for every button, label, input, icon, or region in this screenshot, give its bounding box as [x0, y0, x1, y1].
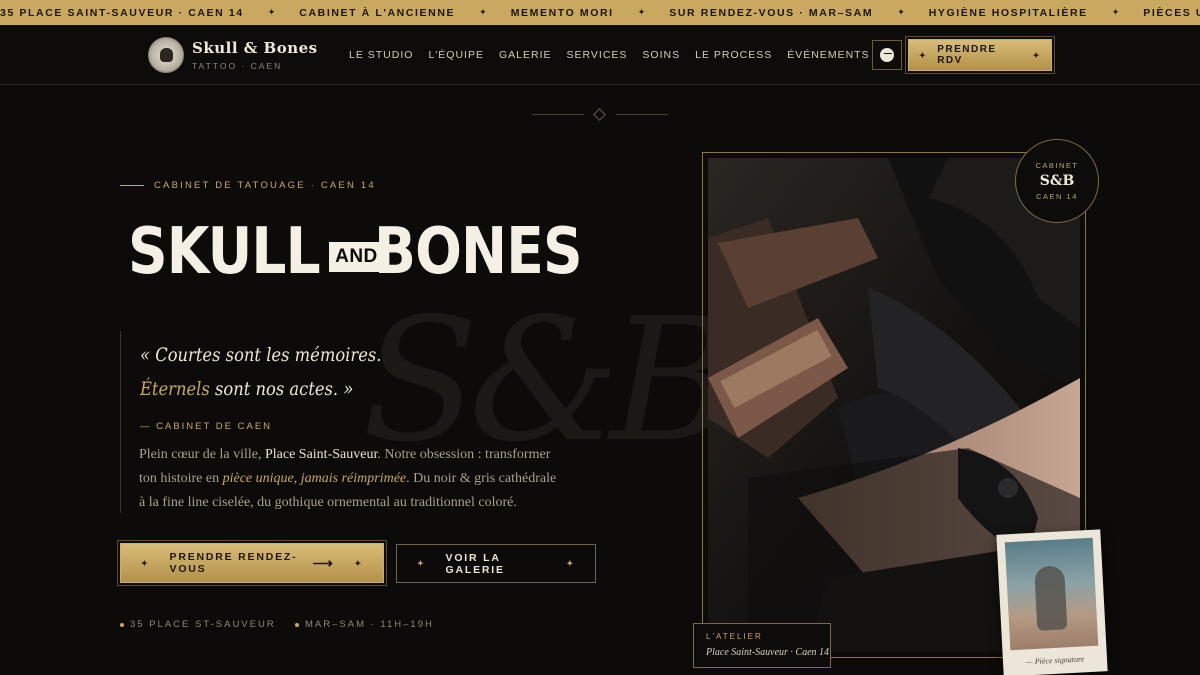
- diamond-icon: [593, 108, 606, 121]
- announcement-ticker: 35 PLACE SAINT-SAUVEUR · CAEN 14 ✦ CABIN…: [0, 0, 1200, 25]
- main-nav: LE STUDIO L'ÉQUIPE GALERIE SERVICES SOIN…: [349, 49, 885, 61]
- messenger-button[interactable]: [872, 40, 902, 70]
- seal-bottom: CAEN 14: [1036, 192, 1078, 201]
- hero-title: SKULL AND BONES: [128, 220, 615, 284]
- meta-address: 35 PLACE ST-SAUVEUR: [120, 619, 276, 630]
- hero-eyebrow: CABINET DE TATOUAGE · CAEN 14: [120, 180, 376, 191]
- hero-description: Plein cœur de la ville, Place Saint-Sauv…: [139, 447, 557, 510]
- site-header: Skull & Bones TATTOO · CAEN LE STUDIO L'…: [0, 25, 1200, 85]
- nav-evenements[interactable]: ÉVÉNEMENTS: [787, 49, 869, 61]
- skull-logo-icon: [148, 37, 184, 73]
- sparkle-icon: ✦: [919, 50, 928, 60]
- seal-top: CABINET: [1035, 161, 1079, 170]
- sparkle-icon: ✦: [566, 559, 575, 568]
- nav-studio[interactable]: LE STUDIO: [349, 49, 413, 61]
- ticker-item: PIÈCES UNIQUES: [1143, 6, 1200, 19]
- arrow-right-icon: ⟶: [312, 554, 335, 571]
- header-book-label: PRENDRE RDV: [937, 44, 997, 66]
- brand-tagline: TATTOO · CAEN: [192, 61, 283, 71]
- nav-equipe[interactable]: L'ÉQUIPE: [428, 49, 484, 61]
- polaroid-caption: — Pièce signature: [1025, 654, 1085, 667]
- title-bones: BONES: [373, 215, 583, 289]
- section-ornament: [532, 108, 668, 122]
- view-gallery-button[interactable]: ✦ VOIR LA GALERIE ✦: [396, 544, 596, 583]
- quote-line-1: « Courtes sont les mémoires.: [140, 344, 382, 366]
- quote-line-2: sont nos actes. »: [209, 378, 354, 400]
- sparkle-icon: ✦: [1111, 7, 1120, 17]
- praying-hands-tattoo-image: [1004, 537, 1099, 651]
- ticker-item: MEMENTO MORI: [510, 6, 614, 19]
- quote-rule: [120, 331, 121, 513]
- sparkle-icon: ✦: [267, 7, 276, 17]
- address-highlight: Place Saint-Sauveur: [264, 447, 378, 462]
- book-appointment-label: PRENDRE RENDEZ-VOUS: [169, 551, 298, 575]
- seal-monogram: S&B: [1039, 173, 1075, 189]
- nav-soins[interactable]: SOINS: [642, 49, 680, 61]
- sparkle-icon: ✦: [141, 558, 150, 568]
- book-appointment-button[interactable]: ✦ PRENDRE RENDEZ-VOUS ⟶ ✦: [117, 540, 387, 586]
- ticker-item: 35 PLACE SAINT-SAUVEUR · CAEN 14: [0, 6, 244, 19]
- sparkle-icon: ✦: [637, 7, 646, 17]
- sparkle-icon: ✦: [417, 559, 426, 568]
- logo-link[interactable]: Skull & Bones TATTOO · CAEN: [148, 37, 318, 73]
- ticker-item: CABINET À L'ANCIENNE: [299, 6, 456, 19]
- nav-process[interactable]: LE PROCESS: [695, 49, 772, 61]
- sparkle-icon: ✦: [479, 7, 487, 17]
- ticker-item: HYGIÈNE HOSPITALIÈRE: [928, 6, 1088, 19]
- caption-text: Place Saint-Sauveur · Caen 14: [706, 647, 830, 658]
- atelier-caption: L'ATELIER Place Saint-Sauveur · Caen 14: [693, 623, 831, 668]
- unique-piece-highlight: pièce unique, jamais réimprimée: [222, 471, 407, 486]
- header-book-button[interactable]: ✦ PRENDRE RDV ✦: [905, 36, 1055, 74]
- nav-galerie[interactable]: GALERIE: [499, 49, 552, 61]
- dot-icon: [120, 622, 124, 627]
- messenger-icon: [880, 48, 894, 62]
- brand-name: Skull & Bones: [192, 39, 318, 57]
- dot-icon: [295, 622, 299, 627]
- sparkle-icon: ✦: [1032, 50, 1041, 60]
- sparkle-icon: ✦: [897, 7, 905, 17]
- quote-highlight: Éternels: [140, 378, 210, 400]
- meta-hours: MAR–SAM · 11H–19H: [295, 619, 434, 630]
- ticker-item: SUR RENDEZ-VOUS · MAR–SAM: [669, 6, 874, 19]
- title-skull: SKULL: [128, 215, 321, 289]
- quote-attribution: — CABINET DE CAEN: [140, 421, 273, 432]
- caption-label: L'ATELIER: [706, 632, 763, 641]
- studio-seal: CABINET S&B CAEN 14: [1015, 139, 1099, 223]
- hero-eyebrow-text: CABINET DE TATOUAGE · CAEN 14: [154, 180, 376, 191]
- nav-services[interactable]: SERVICES: [567, 49, 628, 61]
- signature-piece-polaroid: — Pièce signature: [996, 529, 1108, 675]
- view-gallery-label: VOIR LA GALERIE: [445, 551, 505, 576]
- hero-quote: « Courtes sont les mémoires. Éternels so…: [140, 338, 381, 406]
- sparkle-icon: ✦: [354, 558, 363, 568]
